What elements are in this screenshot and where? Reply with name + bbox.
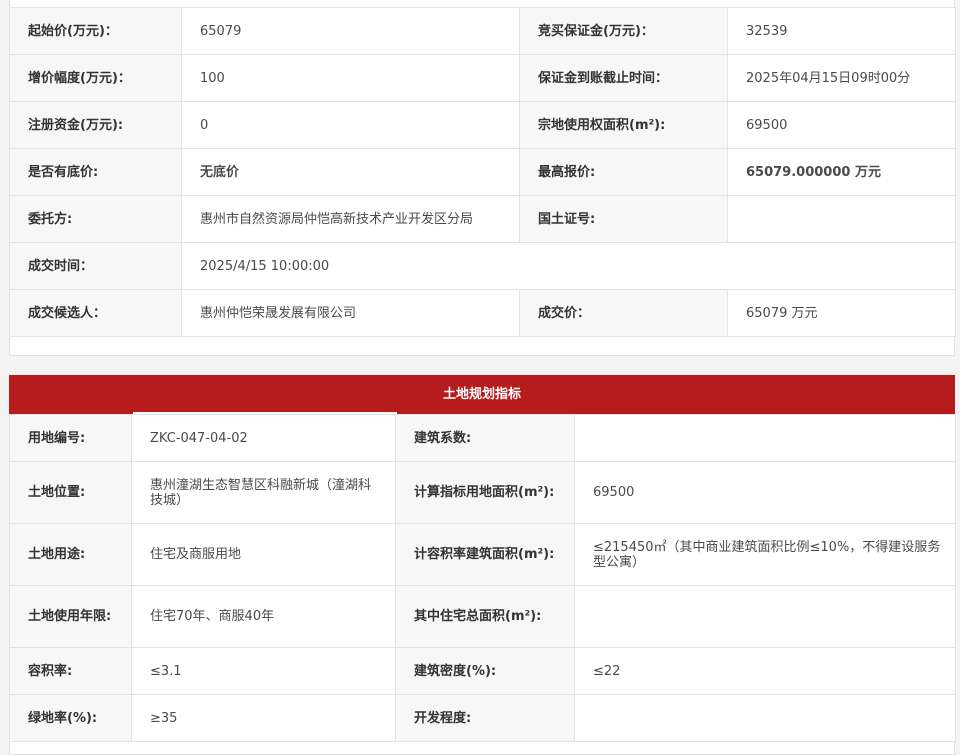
land-planning-header: 土地规划指标 xyxy=(9,375,955,415)
deal-time-value: 2025/4/15 10:00:00 xyxy=(181,242,956,290)
land-use-term-label: 土地使用年限: xyxy=(9,585,132,648)
indicator-area-label: 计算指标用地面积(m²): xyxy=(395,461,575,524)
table-row: 注册资金(万元): 0 宗地使用权面积(m²): 69500 xyxy=(9,101,956,149)
land-area-label: 宗地使用权面积(m²): xyxy=(519,101,728,149)
land-cert-label: 国土证号: xyxy=(519,195,728,243)
table-row: 增价幅度(万元)： 100 保证金到账截止时间： 2025年04月15日09时0… xyxy=(9,54,956,102)
land-use-value: 住宅及商服用地 xyxy=(131,523,396,586)
residential-area-label: 其中住宅总面积(m²): xyxy=(395,585,575,648)
table-row: 绿地率(%): ≥35 开发程度: xyxy=(9,694,956,742)
table-row: 容积率: ≤3.1 建筑密度(%): ≤22 xyxy=(9,647,956,695)
table-row: 起始价(万元)： 65079 竞买保证金(万元)： 32539 xyxy=(9,7,956,55)
land-planning-panel: 土地规划指标 用地编号: ZKC-047-04-02 建筑系数: 土地位置: 惠… xyxy=(9,375,956,755)
table-row: 委托方: 惠州市自然资源局仲恺高新技术产业开发区分局 国土证号: xyxy=(9,195,956,243)
deposit-value: 32539 xyxy=(727,7,956,55)
building-density-value: ≤22 xyxy=(574,647,956,695)
increment-value: 100 xyxy=(181,54,520,102)
registered-capital-value: 0 xyxy=(181,101,520,149)
table-row: 成交候选人： 惠州仲恺荣晟发展有限公司 成交价： 65079 万元 xyxy=(9,289,956,337)
highest-bid-label: 最高报价: xyxy=(519,148,728,196)
highest-bid-value: 65079.000000 万元 xyxy=(727,148,956,196)
deposit-deadline-label: 保证金到账截止时间： xyxy=(519,54,728,102)
deal-price-label: 成交价： xyxy=(519,289,728,337)
deposit-label: 竞买保证金(万元)： xyxy=(519,7,728,55)
plot-ratio-label: 容积率: xyxy=(9,647,132,695)
land-planning-title: 土地规划指标 xyxy=(442,387,521,402)
table-row: 用地编号: ZKC-047-04-02 建筑系数: xyxy=(9,414,956,462)
reserve-price-label: 是否有底价: xyxy=(9,148,182,196)
table-row: 土地使用年限: 住宅70年、商服40年 其中住宅总面积(m²): xyxy=(9,585,956,648)
auction-info-table: 起始价(万元)： 65079 竞买保证金(万元)： 32539 增价幅度(万元)… xyxy=(9,7,956,337)
deposit-deadline-value: 2025年04月15日09时00分 xyxy=(727,54,956,102)
development-degree-label: 开发程度: xyxy=(395,694,575,742)
table-row: 土地用途: 住宅及商服用地 计容积率建筑面积(m²): ≤215450㎡（其中商… xyxy=(9,523,956,586)
table-row: 土地位置: 惠州潼湖生态智慧区科融新城（潼湖科技城） 计算指标用地面积(m²):… xyxy=(9,461,956,524)
land-location-value: 惠州潼湖生态智慧区科融新城（潼湖科技城） xyxy=(131,461,396,524)
green-ratio-label: 绿地率(%): xyxy=(9,694,132,742)
land-code-label: 用地编号: xyxy=(9,414,132,462)
development-degree-value xyxy=(574,694,956,742)
deal-price-value: 65079 万元 xyxy=(727,289,956,337)
building-coefficient-label: 建筑系数: xyxy=(395,414,575,462)
far-building-area-label: 计容积率建筑面积(m²): xyxy=(395,523,575,586)
land-use-label: 土地用途: xyxy=(9,523,132,586)
increment-label: 增价幅度(万元)： xyxy=(9,54,182,102)
starting-price-value: 65079 xyxy=(181,7,520,55)
entrusting-party-label: 委托方: xyxy=(9,195,182,243)
table-row: 是否有底价: 无底价 最高报价: 65079.000000 万元 xyxy=(9,148,956,196)
land-area-value: 69500 xyxy=(727,101,956,149)
land-cert-value xyxy=(727,195,956,243)
deal-time-label: 成交时间： xyxy=(9,242,182,290)
starting-price-label: 起始价(万元)： xyxy=(9,7,182,55)
land-planning-table: 用地编号: ZKC-047-04-02 建筑系数: 土地位置: 惠州潼湖生态智慧… xyxy=(9,414,956,742)
residential-area-value xyxy=(574,585,956,648)
land-code-value: ZKC-047-04-02 xyxy=(131,414,396,462)
reserve-price-value: 无底价 xyxy=(181,148,520,196)
registered-capital-label: 注册资金(万元): xyxy=(9,101,182,149)
green-ratio-value: ≥35 xyxy=(131,694,396,742)
indicator-area-value: 69500 xyxy=(574,461,956,524)
building-density-label: 建筑密度(%): xyxy=(395,647,575,695)
winning-candidate-label: 成交候选人： xyxy=(9,289,182,337)
auction-info-panel: 起始价(万元)： 65079 竞买保证金(万元)： 32539 增价幅度(万元)… xyxy=(9,0,956,356)
land-location-label: 土地位置: xyxy=(9,461,132,524)
winning-candidate-value: 惠州仲恺荣晟发展有限公司 xyxy=(181,289,520,337)
far-building-area-value: ≤215450㎡（其中商业建筑面积比例≤10%，不得建设服务型公寓） xyxy=(574,523,956,586)
land-use-term-value: 住宅70年、商服40年 xyxy=(131,585,396,648)
entrusting-party-value: 惠州市自然资源局仲恺高新技术产业开发区分局 xyxy=(181,195,520,243)
plot-ratio-value: ≤3.1 xyxy=(131,647,396,695)
table-row: 成交时间： 2025/4/15 10:00:00 xyxy=(9,242,956,290)
building-coefficient-value xyxy=(574,414,956,462)
